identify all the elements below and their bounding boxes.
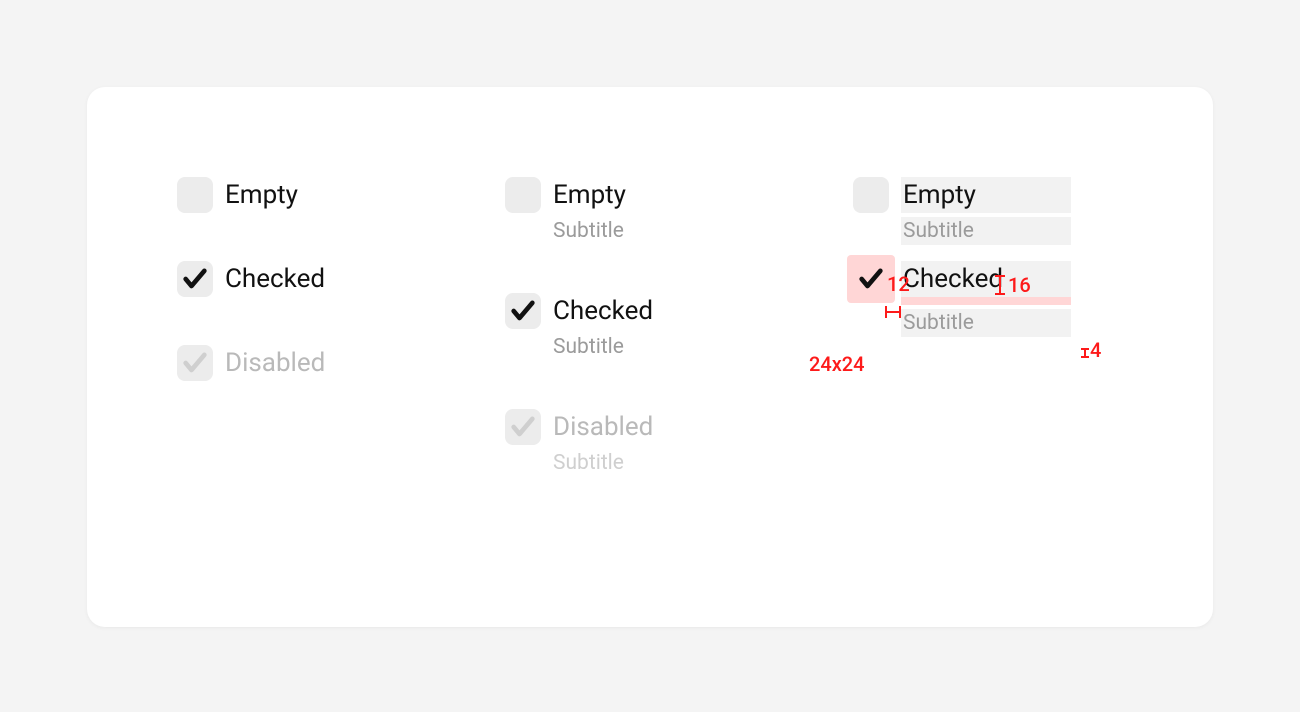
- column-with-subtitle: Empty Subtitle Checked Subtitle Disabl: [505, 177, 723, 525]
- checkbox-checked[interactable]: [505, 293, 541, 329]
- annotation-gap-title-subtitle: 4: [1090, 338, 1101, 362]
- checkbox-subtitle: Subtitle: [901, 309, 1071, 337]
- checkbox-row-disabled: Disabled Subtitle: [505, 409, 723, 477]
- annotation-box-size: 24x24: [809, 352, 865, 376]
- annotation-h-bar-icon: [885, 299, 901, 323]
- checkbox-label: Checked: [553, 293, 723, 329]
- column-spec: Empty Subtitle Checked Subtitle: [853, 177, 1071, 525]
- checkbox-label: Checked: [225, 261, 395, 297]
- checkbox-row-checked[interactable]: Checked Subtitle: [505, 293, 723, 361]
- checkbox-row-empty[interactable]: Empty Subtitle: [853, 177, 1071, 245]
- check-icon: [509, 297, 537, 325]
- checkbox-row-empty[interactable]: Empty: [177, 177, 395, 213]
- checkbox-empty[interactable]: [177, 177, 213, 213]
- checkbox-disabled: [177, 345, 213, 381]
- columns: Empty Checked Disabled: [87, 87, 1213, 525]
- checkbox-disabled: [505, 409, 541, 445]
- checkbox-empty[interactable]: [505, 177, 541, 213]
- checkbox-label: Checked: [901, 261, 1071, 297]
- checkbox-empty[interactable]: [853, 177, 889, 213]
- checkbox-label: Empty: [901, 177, 1071, 213]
- annotation-gap-rows: 16: [1008, 273, 1031, 297]
- check-icon: [857, 265, 885, 293]
- annotation-gap-box-text: 12: [887, 272, 910, 296]
- checkbox-checked[interactable]: [853, 261, 889, 297]
- checkbox-checked[interactable]: [177, 261, 213, 297]
- check-icon: [509, 413, 537, 441]
- checkbox-label: Disabled: [225, 345, 395, 381]
- checkbox-row-checked[interactable]: Checked: [177, 261, 395, 297]
- checkbox-label: Empty: [225, 177, 395, 213]
- column-simple: Empty Checked Disabled: [177, 177, 395, 525]
- checkbox-row-disabled: Disabled: [177, 345, 395, 381]
- checkbox-subtitle: Subtitle: [901, 217, 1071, 245]
- annotation-v-bar-icon: [995, 275, 1005, 300]
- check-icon: [181, 349, 209, 377]
- spec-gap-highlight: [901, 297, 1071, 305]
- checkbox-subtitle: Subtitle: [553, 449, 723, 477]
- checkbox-row-empty[interactable]: Empty Subtitle: [505, 177, 723, 245]
- checkbox-label: Empty: [553, 177, 723, 213]
- check-icon: [181, 265, 209, 293]
- spec-card: Empty Checked Disabled: [87, 87, 1213, 627]
- checkbox-subtitle: Subtitle: [553, 333, 723, 361]
- annotation-v-bar-small-icon: [1081, 339, 1089, 363]
- checkbox-subtitle: Subtitle: [553, 217, 723, 245]
- checkbox-label: Disabled: [553, 409, 723, 445]
